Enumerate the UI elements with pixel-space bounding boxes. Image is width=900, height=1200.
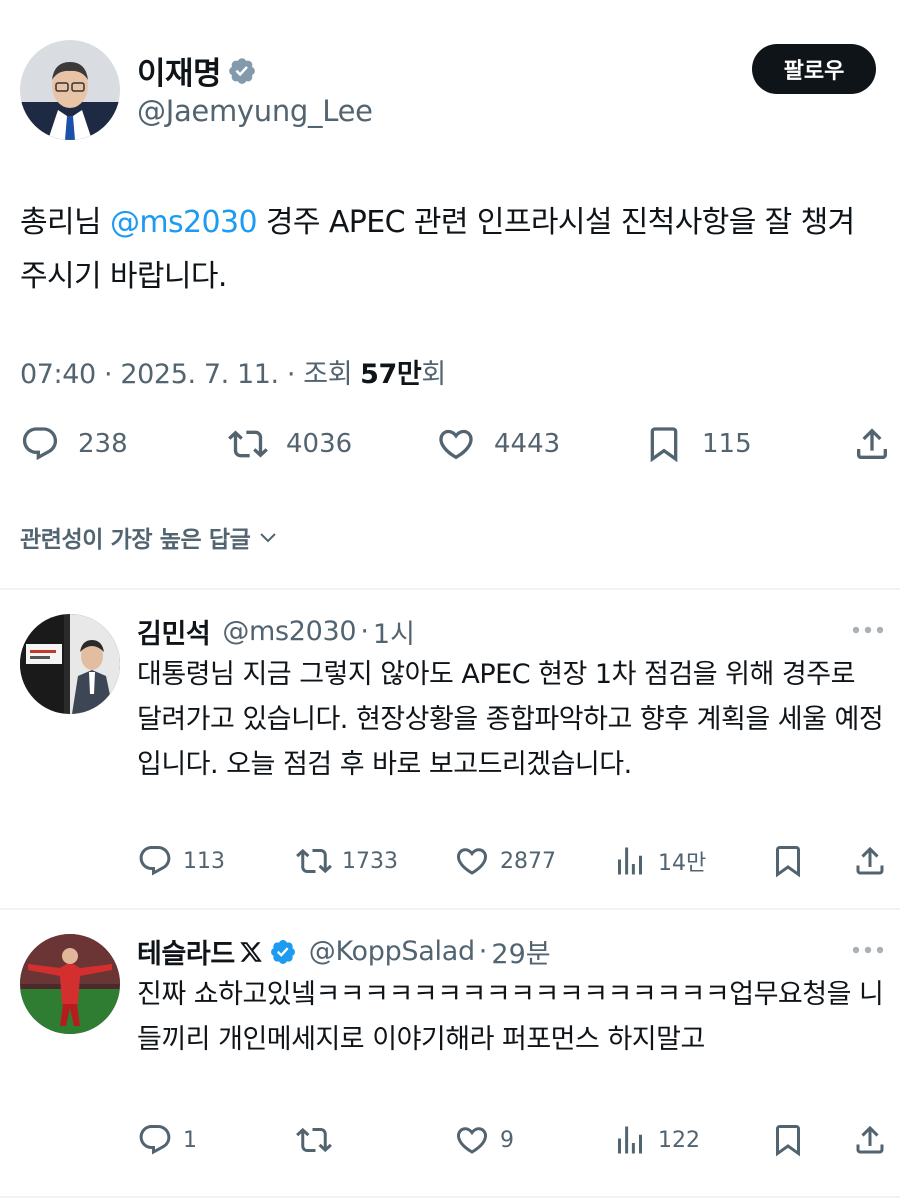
reply-icon [139, 1125, 171, 1155]
post-text: 총리님 @ms2030 경주 APEC 관련 인프라시설 진척사항을 잘 챙겨주… [20, 196, 880, 304]
verified-badge-icon [269, 938, 297, 966]
main-post: 이재명 @Jaemyung_Lee 팔로우 총리님 @ms2030 경주 APE… [0, 0, 900, 590]
reply-time[interactable]: 1시 [373, 612, 415, 651]
reply-count: 113 [183, 848, 225, 874]
repost-button[interactable] [296, 1122, 342, 1158]
repost-icon [228, 430, 268, 458]
heart-icon [456, 1127, 488, 1154]
views-chart-icon [618, 1126, 642, 1154]
reply-item[interactable]: 김민석 @ms2030 · 1시 대통령님 지금 그렇지 않아도 APEC 현장… [0, 590, 900, 908]
reply-author-name[interactable]: 김민석 [137, 612, 211, 651]
bookmark-icon [776, 1125, 800, 1157]
reply-icon [139, 846, 171, 876]
reply-count: 1 [183, 1127, 197, 1153]
share-icon [856, 846, 884, 875]
views-button[interactable]: 122 [612, 1122, 700, 1158]
reply-button[interactable]: 1 [137, 1122, 197, 1158]
reply-sort-dropdown[interactable]: 관련성이 가장 높은 답글 [20, 520, 280, 554]
like-button[interactable]: 4443 [436, 424, 560, 464]
like-button[interactable]: 9 [454, 1122, 514, 1158]
views-button[interactable]: 14만 [612, 843, 706, 879]
repost-icon [296, 848, 332, 874]
view-count: 14만 [658, 851, 707, 876]
reply-author-handle[interactable]: @ms2030 [222, 616, 356, 647]
share-button[interactable] [852, 1122, 888, 1158]
separator-dot: · [478, 936, 488, 967]
reply-actions: 1 9 122 [0, 1122, 900, 1162]
bookmark-button[interactable]: 115 [644, 424, 752, 464]
reply-header: 테슬라드 @KoppSalad · 29분 [137, 932, 551, 971]
reply-count: 238 [78, 429, 128, 459]
bookmark-count: 115 [702, 429, 752, 459]
repost-icon [296, 1127, 332, 1153]
bookmark-button[interactable] [770, 1122, 806, 1158]
verified-badge-icon [227, 56, 257, 86]
author-handle[interactable]: @Jaemyung_Lee [137, 94, 373, 128]
reply-text: 대통령님 지금 그렇지 않아도 APEC 현장 1차 점검을 위해 경주로 달려… [137, 659, 884, 780]
reply-icon [22, 427, 58, 461]
view-count-suffix: 회 [421, 359, 446, 390]
like-button[interactable]: 2877 [454, 843, 556, 879]
bookmark-icon [650, 427, 678, 463]
reply-item[interactable]: 테슬라드 @KoppSalad · 29분 진짜 쇼하고있넼ㅋㅋㅋㅋㅋㅋㅋㅋㅋㅋ… [0, 910, 900, 1200]
share-icon [857, 428, 887, 459]
repost-count: 1733 [342, 848, 398, 874]
repost-count: 4036 [286, 429, 353, 459]
reply-avatar[interactable] [20, 934, 120, 1034]
reply-header: 김민석 @ms2030 · 1시 [137, 612, 415, 651]
like-count: 2877 [500, 848, 556, 874]
share-button[interactable] [852, 424, 892, 464]
reply-avatar[interactable] [20, 614, 120, 714]
post-text-start: 총리님 [20, 205, 110, 240]
share-button[interactable] [852, 843, 888, 879]
heart-icon [439, 429, 473, 460]
like-count: 4443 [494, 429, 561, 459]
post-meta: 07:40 · 2025. 7. 11. · 조회 57만 회 [20, 352, 446, 391]
divider [0, 1196, 900, 1198]
chevron-down-icon [260, 533, 277, 543]
reply-actions: 113 1733 2877 14만 [0, 843, 900, 883]
sort-label: 관련성이 가장 높은 답글 [20, 527, 251, 553]
more-options-icon[interactable] [848, 620, 888, 640]
follow-button[interactable]: 팔로우 [752, 44, 876, 94]
reply-time[interactable]: 29분 [491, 932, 550, 971]
mention-link[interactable]: @ms2030 [110, 205, 258, 240]
reply-button[interactable]: 238 [20, 424, 128, 464]
bookmark-icon [776, 846, 800, 878]
like-count: 9 [500, 1127, 514, 1153]
repost-button[interactable]: 4036 [228, 424, 352, 464]
separator-dot: · [360, 616, 369, 647]
share-icon [856, 1125, 884, 1154]
heart-icon [456, 848, 488, 875]
author-name-text[interactable]: 이재명 [137, 48, 222, 93]
bookmark-button[interactable] [770, 843, 806, 879]
reply-text: 진짜 쇼하고있넼ㅋㅋㅋㅋㅋㅋㅋㅋㅋㅋㅋㅋㅋㅋㅋㅋㅋ업무요청을 니들끼리 개인메세… [137, 979, 884, 1055]
author-name[interactable]: 이재명 [137, 48, 257, 93]
post-actions: 238 4036 4443 115 [0, 424, 900, 470]
post-timestamp[interactable]: 07:40 · 2025. 7. 11. · 조회 [20, 352, 353, 391]
x-logo-icon [239, 940, 263, 964]
author-avatar[interactable] [20, 40, 120, 140]
reply-author-handle[interactable]: @KoppSalad [309, 936, 475, 967]
view-count: 57만 [360, 359, 422, 390]
repost-button[interactable]: 1733 [296, 843, 398, 879]
reply-button[interactable]: 113 [137, 843, 225, 879]
reply-author-name[interactable]: 테슬라드 [137, 932, 235, 971]
views-chart-icon [618, 847, 642, 875]
view-count: 122 [658, 1127, 700, 1153]
more-options-icon[interactable] [848, 940, 888, 960]
